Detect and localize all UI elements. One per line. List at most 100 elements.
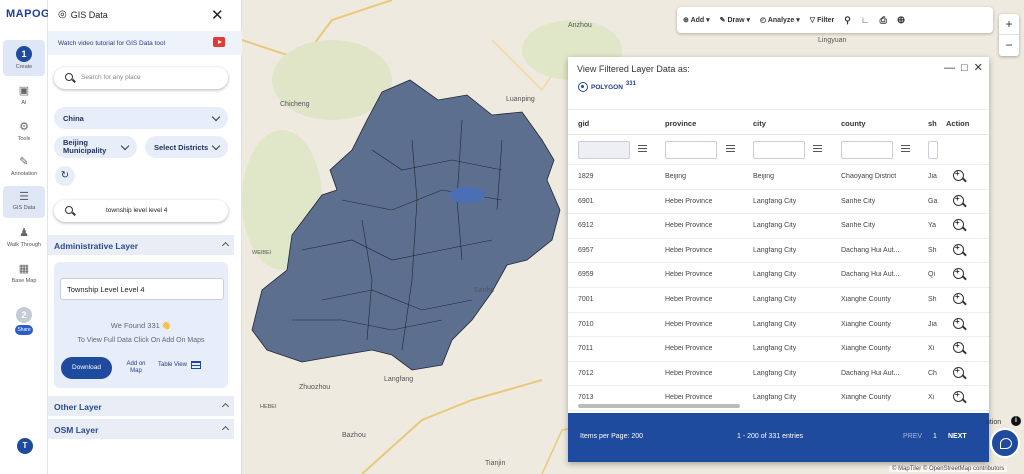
column-header[interactable]: province xyxy=(665,119,696,128)
column-header[interactable]: city xyxy=(753,119,766,128)
filter-input[interactable] xyxy=(928,141,938,159)
filter-icon[interactable] xyxy=(813,145,822,152)
zoom-to-feature-icon[interactable] xyxy=(953,243,964,255)
maximize-icon[interactable]: □ xyxy=(961,62,974,74)
basemap-icon: ▦ xyxy=(18,263,30,275)
search-icon xyxy=(65,73,73,81)
table-cell: Xianghe County xyxy=(841,320,891,328)
rail-walk-through[interactable]: ♟ Walk Through xyxy=(3,226,45,248)
page-number[interactable]: 1 xyxy=(933,433,937,440)
column-header[interactable]: county xyxy=(841,119,866,128)
zoom-to-feature-icon[interactable] xyxy=(953,317,964,329)
info-icon[interactable]: i xyxy=(1011,416,1021,426)
zoom-to-feature-icon[interactable] xyxy=(953,341,964,354)
layer-name-field[interactable]: Township Level Level 4 xyxy=(60,278,224,300)
analyze-button[interactable]: ◴ Analyze ▾ xyxy=(760,16,800,24)
zoom-in-button[interactable]: + xyxy=(999,14,1019,35)
draw-button[interactable]: ✎ Draw ▾ xyxy=(720,16,750,24)
table-row[interactable]: 7010 Hebei Province Langfang City Xianghe C… xyxy=(568,313,989,338)
filter-icon[interactable] xyxy=(726,145,735,152)
map-toolbar: ⊕ Add ▾ ✎ Draw ▾ ◴ Analyze ▾ ▽ Filter ⚲ … xyxy=(677,7,993,33)
search-icon[interactable]: ⚲ xyxy=(844,15,851,26)
table-cell: Langfang City xyxy=(753,222,797,230)
items-per-page[interactable]: Items per Page: 200 xyxy=(580,433,643,440)
print-icon[interactable]: ⎙ xyxy=(880,15,887,26)
rail-base-map[interactable]: ▦ Base Map xyxy=(3,262,45,284)
rail-create[interactable]: 1 Create xyxy=(3,40,45,76)
horizontal-scrollbar[interactable] xyxy=(578,404,740,408)
minimize-icon[interactable]: — xyxy=(944,62,961,74)
zoom-to-feature-icon[interactable] xyxy=(953,218,964,231)
table-cell: 6959 xyxy=(578,271,594,279)
district-select[interactable]: Select Districts xyxy=(145,136,228,158)
table-row[interactable]: 1829 Beijing Beijing Chaoyang District Jia xyxy=(568,165,989,190)
filter-input[interactable] xyxy=(753,141,805,159)
table-row[interactable]: 6959 Hebei Province Langfang City Dachang H… xyxy=(568,263,989,288)
table-row[interactable]: 7001 Hebei Province Langfang City Xianghe C… xyxy=(568,288,989,313)
country-select[interactable]: China xyxy=(54,107,228,129)
chat-icon[interactable] xyxy=(990,428,1020,458)
layers-icon: ☰ xyxy=(19,191,29,203)
layer-search-input[interactable]: township level level 4 xyxy=(54,200,228,222)
gis-data-panel: ◎ GIS Data ✕ Watch video tutorial for GI… xyxy=(48,0,242,474)
tutorial-banner[interactable]: Watch video tutorial for GIS Data tool xyxy=(48,31,242,55)
zoom-to-feature-icon[interactable] xyxy=(953,292,964,304)
rail-share[interactable]: 2 Share xyxy=(3,307,45,335)
close-icon[interactable]: ✕ xyxy=(974,62,989,74)
zoom-to-feature-icon[interactable] xyxy=(953,267,964,280)
table-cell: Langfang City xyxy=(753,369,797,377)
filter-button[interactable]: ▽ Filter xyxy=(810,16,834,24)
table-cell: Beijing xyxy=(665,173,687,180)
youtube-icon[interactable] xyxy=(213,37,225,47)
zoom-to-feature-icon[interactable] xyxy=(953,366,964,378)
table-cell: Jia xyxy=(928,173,937,180)
rail-gis-data[interactable]: ☰ GIS Data xyxy=(3,186,45,218)
column-header[interactable]: sh xyxy=(928,119,937,128)
polygon-radio[interactable]: POLYGON 331 xyxy=(578,81,636,92)
table-row[interactable]: 7012 Hebei Province Langfang City Dachang H… xyxy=(568,362,989,387)
avatar[interactable]: T xyxy=(17,438,33,454)
next-button[interactable]: NEXT xyxy=(948,433,967,440)
filter-input[interactable] xyxy=(578,141,630,159)
zoom-to-feature-icon[interactable] xyxy=(953,390,964,403)
download-button[interactable]: Download xyxy=(61,357,112,379)
zoom-to-feature-icon[interactable] xyxy=(953,194,964,206)
table-cell: Langfang City xyxy=(753,271,797,279)
table-row[interactable]: 6901 Hebei Province Langfang City Sanhe Cit… xyxy=(568,190,989,215)
osm-layer-header[interactable]: OSM Layer xyxy=(48,419,234,439)
zoom-to-feature-icon[interactable] xyxy=(953,169,964,181)
filter-icon[interactable] xyxy=(638,145,647,152)
province-select[interactable]: Beijing Municipality xyxy=(54,136,137,158)
add-on-map-button[interactable]: Add on Map xyxy=(122,361,150,375)
close-icon[interactable]: ✕ xyxy=(211,6,224,24)
table-view-button[interactable]: Table View xyxy=(158,361,201,369)
refresh-icon[interactable]: ↻ xyxy=(55,166,75,186)
table-cell: Xianghe County xyxy=(841,296,891,303)
filter-icon[interactable] xyxy=(901,145,910,152)
map-attribution[interactable]: © MapTiler © OpenStreetMap contributors xyxy=(889,466,1008,472)
table-cell: Beijing xyxy=(753,173,775,180)
place-search-input[interactable]: Search for any place xyxy=(54,67,228,89)
prev-button[interactable]: PREV xyxy=(903,433,922,440)
zoom-out-button[interactable]: − xyxy=(999,35,1019,55)
rail-walk-label: Walk Through xyxy=(7,242,41,248)
add-button[interactable]: ⊕ Add ▾ xyxy=(683,16,710,24)
step-1-badge: 1 xyxy=(16,46,32,62)
other-layer-header[interactable]: Other Layer xyxy=(48,396,234,416)
filter-input[interactable] xyxy=(841,141,893,159)
filter-input[interactable] xyxy=(665,141,717,159)
table-cell: Hebei Province xyxy=(665,246,713,254)
locate-icon[interactable]: ⊕ xyxy=(897,15,905,26)
share-button[interactable]: Share xyxy=(15,325,33,335)
measure-icon[interactable]: ∟ xyxy=(861,15,870,25)
rail-ai[interactable]: ▣ AI xyxy=(3,84,45,106)
administrative-layer-header[interactable]: Administrative Layer xyxy=(48,235,234,255)
rail-tools[interactable]: ⚙ Tools xyxy=(3,120,45,142)
table-cell: Dachang Hui Aut... xyxy=(841,369,900,377)
column-header[interactable]: gid xyxy=(578,119,589,128)
rail-annotation[interactable]: ✎ Annotation xyxy=(3,155,45,177)
table-cell: Xi xyxy=(928,394,935,402)
table-row[interactable]: 6912 Hebei Province Langfang City Sanhe Cit… xyxy=(568,214,989,239)
table-row[interactable]: 7011 Hebei Province Langfang City Xianghe C… xyxy=(568,337,989,362)
table-row[interactable]: 6957 Hebei Province Langfang City Dachang H… xyxy=(568,239,989,264)
